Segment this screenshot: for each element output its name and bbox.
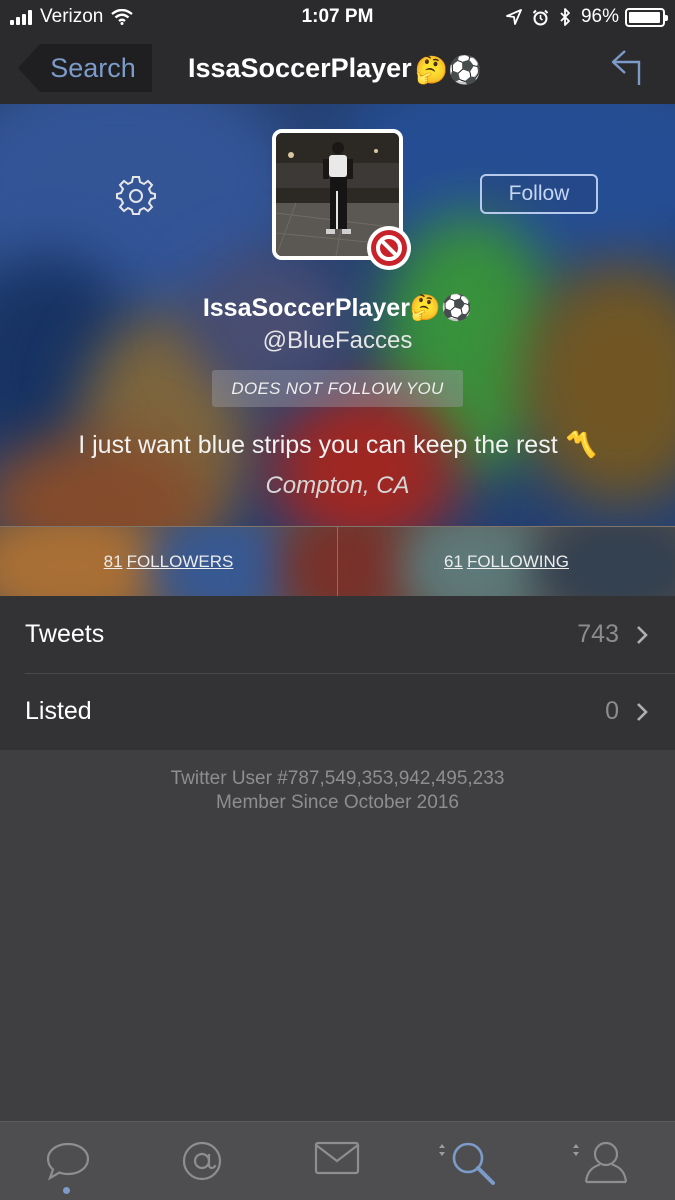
battery-percent: 96% [580, 6, 619, 27]
listed-row[interactable]: Listed 0 [0, 673, 675, 750]
listed-count: 0 [605, 697, 619, 725]
member-since: Member Since October 2016 [216, 792, 459, 813]
messages-icon [314, 1141, 360, 1175]
tab-bar [0, 1121, 675, 1200]
nav-title: IssaSoccerPlayer 🤔⚽ [188, 53, 482, 86]
following-label: FOLLOWING [466, 552, 569, 571]
reply-icon[interactable] [609, 47, 645, 87]
blocked-icon [367, 226, 411, 270]
bio: I just want blue strips you can keep the… [0, 431, 675, 460]
navigation-bar: Search IssaSoccerPlayer 🤔⚽ [0, 34, 675, 104]
search-icon [452, 1142, 495, 1185]
tweets-row[interactable]: Tweets 743 [0, 596, 675, 673]
battery-icon [625, 7, 668, 27]
display-name-emojis: 🤔⚽ [409, 294, 473, 322]
display-name-text: IssaSoccerPlayer [202, 294, 410, 322]
followers-link[interactable]: 81 FOLLOWERS [0, 527, 337, 596]
following-count: 61 [444, 552, 463, 571]
profile-icon [584, 1141, 628, 1184]
location: Compton, CA [265, 472, 410, 499]
profile-header: Follow IssaSoccerPlayer 🤔⚽ @BlueFacces DO… [0, 104, 675, 526]
bio-emoji: 〽️ [565, 431, 597, 459]
user-handle: @BlueFacces [262, 327, 413, 354]
bluetooth-icon [560, 8, 570, 26]
chevron-right-icon [637, 625, 648, 644]
tweets-count: 743 [577, 620, 619, 648]
back-button-label: Search [50, 52, 136, 83]
timeline-icon [46, 1142, 90, 1181]
tab-search[interactable] [443, 1136, 503, 1186]
nav-title-emojis: 🤔⚽ [414, 54, 482, 85]
tweets-label: Tweets [25, 620, 105, 648]
user-meta: Twitter User #787,549,353,942,495,233 Me… [0, 767, 675, 815]
chevron-right-icon [637, 702, 648, 721]
bio-text: I just want blue strips you can keep the… [78, 431, 558, 459]
follow-status-badge: DOES NOT FOLLOW YOU [212, 370, 463, 407]
back-button[interactable]: Search [18, 44, 152, 92]
tab-timeline[interactable] [38, 1136, 98, 1186]
follow-button[interactable]: Follow [480, 174, 598, 214]
follow-counts-bar: 81 FOLLOWERS 61 FOLLOWING [0, 526, 675, 596]
unread-indicator-dot [63, 1187, 70, 1194]
user-id: Twitter User #787,549,353,942,495,233 [170, 768, 505, 789]
nav-title-text: IssaSoccerPlayer [188, 53, 412, 83]
alarm-icon [532, 9, 549, 25]
status-bar: Verizon 1:07 PM 96% [0, 0, 675, 34]
location-arrow-icon [506, 9, 522, 25]
listed-label: Listed [25, 697, 92, 725]
display-name: IssaSoccerPlayer 🤔⚽ [0, 294, 675, 323]
mentions-icon [182, 1141, 222, 1181]
following-link[interactable]: 61 FOLLOWING [338, 527, 675, 596]
followers-count: 81 [103, 552, 123, 571]
tab-profile[interactable] [576, 1136, 636, 1186]
stats-list: Tweets 743 Listed 0 [0, 596, 675, 750]
tab-messages[interactable] [307, 1136, 367, 1186]
tab-mentions[interactable] [172, 1136, 232, 1186]
gear-icon[interactable] [116, 176, 156, 216]
followers-label: FOLLOWERS [126, 552, 234, 571]
